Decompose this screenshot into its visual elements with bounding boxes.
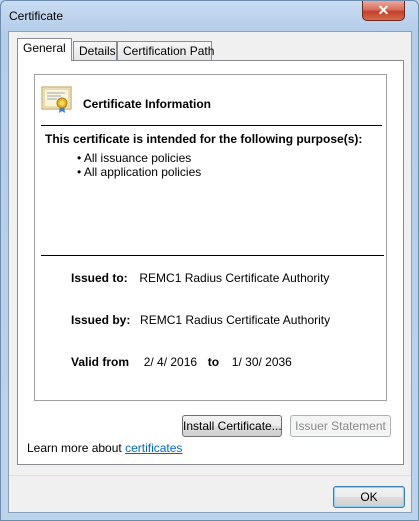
issued-to-label: Issued to: (71, 271, 128, 285)
valid-to-label: to (207, 355, 220, 369)
learn-more-text: Learn more about certificates (27, 441, 182, 455)
issued-to-row: Issued to: REMC1 Radius Certificate Auth… (71, 271, 329, 285)
tab-certification-path[interactable]: Certification Path (117, 41, 214, 60)
title-bar[interactable]: Certificate ✕ (1, 1, 418, 31)
purpose-heading: This certificate is intended for the fol… (45, 132, 363, 146)
close-button[interactable]: ✕ (362, 1, 405, 21)
valid-to-value: 1/ 30/ 2036 (231, 355, 292, 369)
list-item: All issuance policies (77, 151, 201, 165)
issuer-statement-button[interactable]: Issuer Statement (290, 415, 391, 437)
issued-by-value: REMC1 Radius Certificate Authority (140, 313, 331, 327)
certificate-information-title: Certificate Information (83, 97, 212, 111)
issued-by-label: Issued by: (71, 313, 131, 327)
certificate-icon (41, 86, 72, 113)
dialog-client-area: General Details Certification Path Certi… (8, 31, 412, 513)
ok-button[interactable]: OK (333, 486, 405, 508)
policy-list: All issuance policies All application po… (77, 151, 201, 179)
valid-from-value: 2/ 4/ 2016 (143, 355, 198, 369)
certificate-dialog: Certificate ✕ General Details Certificat… (0, 0, 419, 521)
window-title: Certificate (9, 9, 64, 23)
tab-general[interactable]: General (17, 38, 72, 61)
valid-from-label: Valid from (71, 355, 130, 369)
general-tab-panel: Certificate Information This certificate… (17, 60, 404, 465)
list-item: All application policies (77, 165, 201, 179)
validity-row: Valid from 2/ 4/ 2016 to 1/ 30/ 2036 (71, 355, 292, 369)
issued-by-row: Issued by: REMC1 Radius Certificate Auth… (71, 313, 330, 327)
learn-more-prefix: Learn more about (27, 441, 126, 455)
divider (9, 475, 411, 476)
certificates-link[interactable]: certificates (125, 441, 182, 455)
close-icon: ✕ (377, 2, 390, 18)
divider (41, 125, 382, 126)
certificate-information-box: Certificate Information This certificate… (34, 74, 387, 401)
issued-to-value: REMC1 Radius Certificate Authority (139, 271, 330, 285)
tab-details[interactable]: Details (73, 41, 117, 60)
divider (41, 255, 384, 256)
install-certificate-button[interactable]: Install Certificate... (182, 415, 282, 437)
